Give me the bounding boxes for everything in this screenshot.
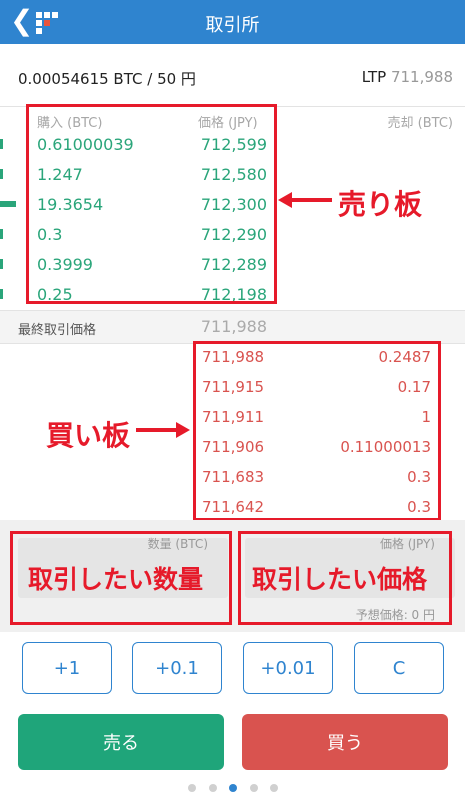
depth-bar <box>0 289 3 299</box>
increment-1-button[interactable]: +1 <box>22 642 112 694</box>
page-dot[interactable] <box>270 784 278 792</box>
ltp-value: 711,988 <box>390 68 453 86</box>
increment-0-01-button[interactable]: +0.01 <box>243 642 333 694</box>
price-highlight <box>238 531 452 625</box>
page-dot[interactable] <box>209 784 217 792</box>
arrow-right-icon <box>136 422 190 438</box>
depth-bar <box>0 229 3 239</box>
depth-bar <box>0 259 3 269</box>
page-dot-active[interactable] <box>229 784 237 792</box>
ltp-label: LTP <box>361 68 387 86</box>
depth-bar <box>0 139 3 149</box>
sell-button[interactable]: 売る <box>18 714 224 770</box>
page-title: 取引所 <box>205 15 260 36</box>
arrow-left-icon <box>278 192 332 208</box>
sell-board-highlight <box>26 104 277 304</box>
buy-board-label: 買い板 <box>46 419 131 452</box>
sell-board-label: 売り板 <box>338 188 423 221</box>
app-header: ❮ 取引所 <box>0 0 465 44</box>
depth-bar <box>0 169 3 179</box>
buy-board-highlight <box>193 341 441 521</box>
pair-amount-text: 0.00054615 BTC / 50 円 <box>18 70 196 88</box>
page-indicator <box>0 784 465 794</box>
increment-0-1-button[interactable]: +0.1 <box>132 642 222 694</box>
page-dot[interactable] <box>188 784 196 792</box>
last-trade-value: 711,988 <box>200 317 267 336</box>
buy-button[interactable]: 買う <box>242 714 448 770</box>
page-dot[interactable] <box>250 784 258 792</box>
trade-summary: 0.00054615 BTC / 50 円 LTP 711,988 <box>0 44 465 107</box>
last-trade-row: 最終取引価格 711,988 <box>0 310 465 344</box>
quantity-highlight <box>10 531 232 625</box>
depth-bar <box>0 201 16 207</box>
last-trade-label: 最終取引価格 <box>18 323 97 338</box>
clear-button[interactable]: C <box>354 642 444 694</box>
ltp-readout: LTP 711,988 <box>362 68 453 86</box>
